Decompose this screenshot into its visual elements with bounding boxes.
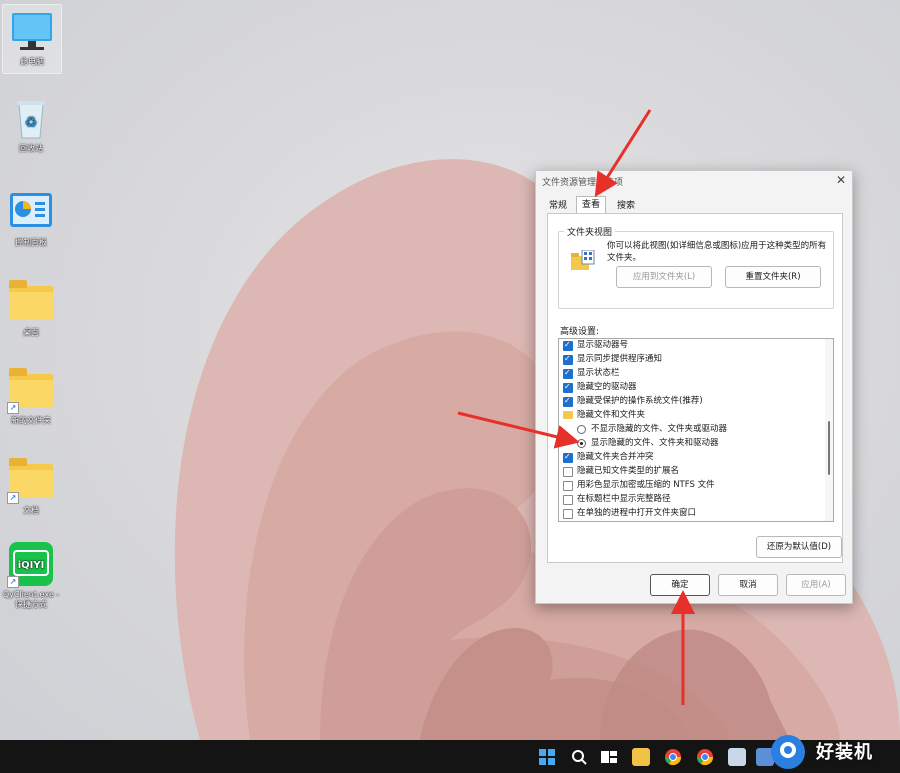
ok-button[interactable]: 确定 — [650, 574, 710, 596]
shortcut-arrow-icon: ↗ — [7, 576, 19, 588]
tab-general[interactable]: 常规 — [544, 199, 572, 213]
chrome-icon[interactable] — [664, 748, 682, 766]
desktop-icon-this-pc[interactable]: 此电脑 — [2, 4, 62, 74]
watermark-text: 好装机 — [816, 742, 873, 763]
desktop-icon-label: 控制面板 — [15, 238, 47, 247]
checkbox[interactable] — [563, 353, 573, 365]
app-icon[interactable] — [728, 748, 746, 766]
folder-icon — [563, 411, 573, 419]
taskbar — [0, 740, 900, 773]
desktop-icon-label: 新的文件夹 — [11, 416, 51, 425]
scrollbar[interactable] — [825, 339, 833, 521]
desktop-icon-label: 文档 — [23, 506, 39, 515]
folder-view-icon — [571, 249, 595, 272]
view-tab-page: 你可以将此视图(如详细信息或图标)应用于这种类型的所有文件夹。 应用到文件夹(L… — [547, 213, 843, 563]
control-panel-icon — [7, 188, 55, 236]
close-icon[interactable]: ✕ — [836, 173, 846, 187]
windows-start-icon[interactable] — [538, 748, 556, 766]
folder-icon — [7, 278, 55, 326]
desktop-icon-label: 回收站 — [19, 144, 43, 153]
restore-defaults-button[interactable]: 还原为默认值(D) — [756, 536, 842, 558]
checkbox[interactable] — [563, 509, 573, 519]
chrome-icon[interactable] — [696, 748, 714, 766]
checkbox[interactable] — [563, 395, 573, 407]
desktop-icon-new-folder[interactable]: ↗ 新的文件夹 — [2, 364, 60, 426]
folder-options-dialog: 文件资源管理器选项 ✕ 常规 查看 搜索 你可以将此视图(如详细信息或图标)应用… — [535, 170, 853, 604]
svg-text:♻: ♻ — [25, 115, 38, 131]
folder-views-label: 文件夹视图 — [564, 225, 616, 238]
search-icon[interactable] — [570, 748, 588, 766]
desktop-icon-label: 桌面 — [23, 328, 39, 337]
checkbox[interactable] — [563, 339, 573, 351]
file-explorer-icon[interactable] — [632, 748, 650, 766]
svg-text:iQIYI: iQIYI — [18, 560, 45, 571]
desktop-icon-qyclient[interactable]: iQIYI ↗ QyClient.exe - 快捷方式 — [2, 538, 60, 610]
desktop-icon-label: QyClient.exe - 快捷方式 — [2, 590, 60, 609]
folder-shortcut-icon: ↗ — [7, 366, 55, 414]
dialog-title: 文件资源管理器选项 — [542, 178, 624, 188]
scrollbar-thumb[interactable] — [828, 421, 830, 475]
checkbox[interactable] — [563, 451, 573, 463]
task-view-icon[interactable] — [600, 748, 618, 766]
desktop-icon-documents[interactable]: ↗ 文档 — [2, 454, 60, 516]
tab-view[interactable]: 查看 — [576, 196, 607, 214]
iqiyi-icon: iQIYI ↗ — [7, 540, 55, 588]
apply-to-folders-button[interactable]: 应用到文件夹(L) — [616, 266, 712, 288]
advanced-settings-label: 高级设置: — [560, 327, 600, 337]
desktop-icon-label: 此电脑 — [20, 57, 44, 66]
recycle-bin-icon: ♻ — [7, 94, 55, 142]
checkbox[interactable] — [563, 467, 573, 477]
tab-search[interactable]: 搜索 — [612, 199, 640, 213]
desktop-icon-recycle-bin[interactable]: ♻ 回收站 — [2, 92, 60, 154]
shortcut-arrow-icon: ↗ — [7, 402, 19, 414]
advanced-settings-list: 显示驱动器号 显示同步提供程序通知 显示状态栏 隐藏空的驱动器 隐藏受保护的操作… — [558, 338, 834, 522]
desktop-icon-control-panel[interactable]: 控制面板 — [2, 186, 60, 248]
shortcut-arrow-icon: ↗ — [7, 492, 19, 504]
folder-views-description: 你可以将此视图(如详细信息或图标)应用于这种类型的所有文件夹。 — [607, 241, 827, 263]
cancel-button[interactable]: 取消 — [718, 574, 778, 596]
reset-folders-button[interactable]: 重置文件夹(R) — [725, 266, 821, 288]
checkbox[interactable] — [563, 481, 573, 491]
folder-views-group: 你可以将此视图(如详细信息或图标)应用于这种类型的所有文件夹。 应用到文件夹(L… — [558, 231, 834, 309]
folder-shortcut-icon: ↗ — [7, 456, 55, 504]
radio-button[interactable] — [577, 439, 586, 448]
checkbox[interactable] — [563, 495, 573, 505]
checkbox[interactable] — [563, 381, 573, 393]
computer-icon — [8, 7, 56, 55]
checkbox[interactable] — [563, 367, 573, 379]
apply-button[interactable]: 应用(A) — [786, 574, 846, 596]
desktop-icon-desktop-folder[interactable]: 桌面 — [2, 276, 60, 338]
radio-button[interactable] — [577, 425, 586, 434]
